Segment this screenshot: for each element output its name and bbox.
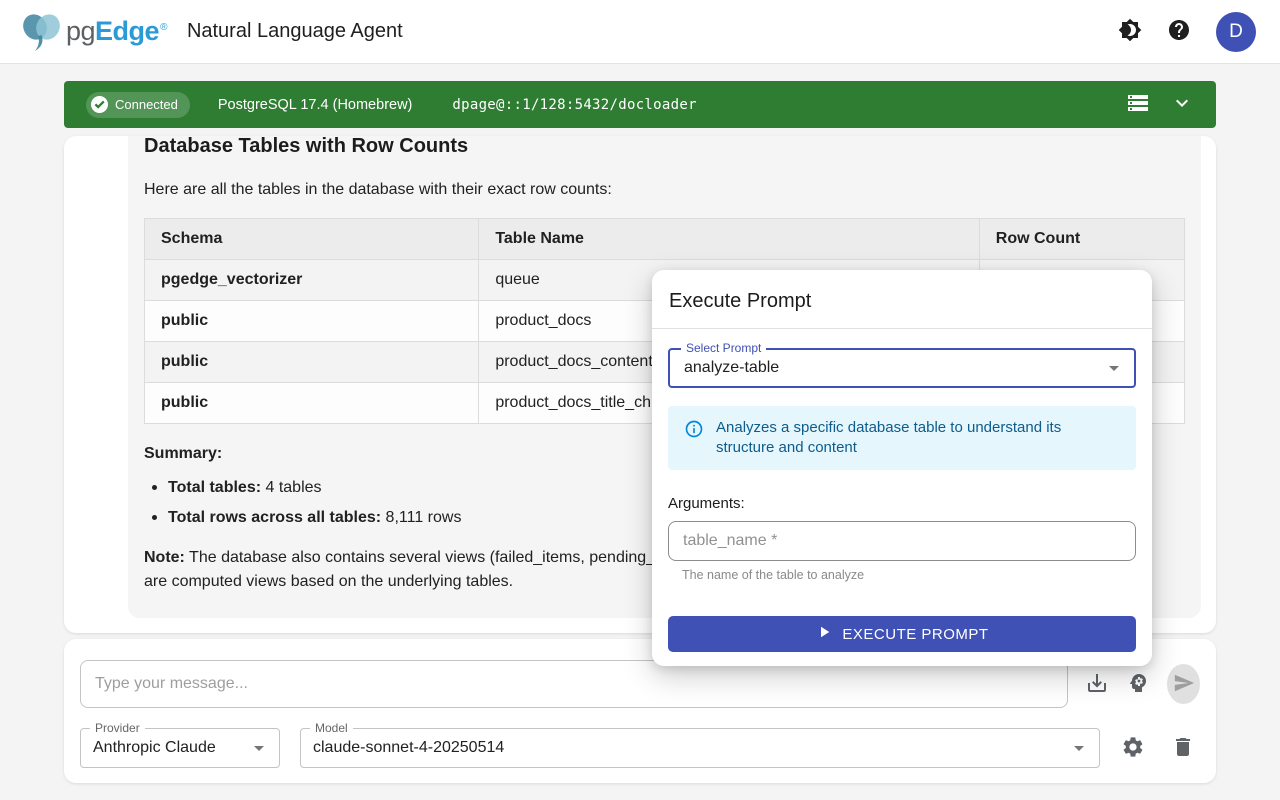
download-icon xyxy=(1085,671,1109,698)
model-select-label: Model xyxy=(310,721,353,735)
brand-registered-mark: ® xyxy=(160,22,167,33)
table-name-input[interactable] xyxy=(668,521,1136,561)
table-header-row: Schema Table Name Row Count xyxy=(145,219,1185,260)
clear-chat-button[interactable] xyxy=(1171,736,1195,760)
message-intro-text: Here are all the tables in the database … xyxy=(144,178,1185,202)
prompt-select-value: analyze-table xyxy=(684,359,1102,377)
model-select-value: claude-sonnet-4-20250514 xyxy=(313,739,1067,757)
dropdown-arrow-icon xyxy=(1102,356,1126,380)
settings-button[interactable] xyxy=(1121,736,1145,760)
user-avatar[interactable]: D xyxy=(1216,12,1256,52)
server-version-text: PostgreSQL 17.4 (Homebrew) xyxy=(218,97,413,113)
provider-select-label: Provider xyxy=(90,721,145,735)
prompt-select[interactable]: Select Prompt analyze-table xyxy=(668,348,1136,388)
trash-icon xyxy=(1171,735,1195,762)
page-title: Natural Language Agent xyxy=(187,20,403,43)
dark-mode-toggle-button[interactable] xyxy=(1118,20,1142,44)
connection-status-bar: Connected PostgreSQL 17.4 (Homebrew) dpa… xyxy=(64,81,1216,128)
send-message-button[interactable] xyxy=(1167,664,1200,704)
brand-pg: pg xyxy=(66,16,95,47)
server-list-icon xyxy=(1126,91,1150,118)
bullet-text: 4 tables xyxy=(261,479,321,496)
bullet-text: 8,111 rows xyxy=(381,509,461,526)
connection-list-button[interactable] xyxy=(1126,93,1150,117)
help-icon xyxy=(1167,18,1191,45)
chevron-down-icon xyxy=(1170,91,1194,118)
app-header: pgEdge® Natural Language Agent D xyxy=(0,0,1280,64)
dialog-title: Execute Prompt xyxy=(652,270,1152,328)
help-button[interactable] xyxy=(1167,20,1191,44)
provider-select[interactable]: Provider Anthropic Claude xyxy=(80,728,280,768)
export-chat-button[interactable] xyxy=(1085,672,1109,696)
arguments-label: Arguments: xyxy=(668,495,1136,512)
model-select[interactable]: Model claude-sonnet-4-20250514 xyxy=(300,728,1100,768)
check-circle-icon xyxy=(91,96,108,113)
prompt-select-label: Select Prompt xyxy=(681,341,766,355)
cell-schema: public xyxy=(145,342,479,383)
gear-icon xyxy=(1121,735,1145,762)
cell-schema: public xyxy=(145,383,479,424)
play-icon xyxy=(815,623,833,645)
cell-schema: pgedge_vectorizer xyxy=(145,260,479,301)
execute-prompt-dialog: Execute Prompt Select Prompt analyze-tab… xyxy=(652,270,1152,666)
connected-status-badge: Connected xyxy=(86,92,190,118)
execute-prompt-button[interactable]: EXECUTE PROMPT xyxy=(668,616,1136,652)
connection-collapse-button[interactable] xyxy=(1170,93,1194,117)
message-input[interactable] xyxy=(80,660,1068,708)
psychology-icon xyxy=(1126,671,1150,698)
prompts-button[interactable] xyxy=(1126,672,1150,696)
cell-schema: public xyxy=(145,301,479,342)
column-header-row-count: Row Count xyxy=(979,219,1184,260)
execute-prompt-button-label: EXECUTE PROMPT xyxy=(842,626,988,643)
bullet-label: Total rows across all tables: xyxy=(168,509,381,526)
prompt-description-text: Analyzes a specific database table to un… xyxy=(716,418,1116,458)
info-icon xyxy=(684,419,704,439)
prompt-description-alert: Analyzes a specific database table to un… xyxy=(668,406,1136,470)
connected-status-label: Connected xyxy=(115,97,178,112)
brightness-icon xyxy=(1118,18,1142,45)
dropdown-arrow-icon xyxy=(1067,736,1091,760)
dropdown-arrow-icon xyxy=(247,736,271,760)
argument-helper-text: The name of the table to analyze xyxy=(682,568,1136,582)
connection-string: dpage@::1/128:5432/docloader xyxy=(452,97,696,113)
brand-text: pgEdge® xyxy=(66,16,167,47)
column-header-table-name: Table Name xyxy=(479,219,979,260)
bullet-label: Total tables: xyxy=(168,479,261,496)
send-icon xyxy=(1173,672,1195,697)
provider-select-value: Anthropic Claude xyxy=(93,739,247,757)
note-label: Note: xyxy=(144,549,185,566)
pgedge-logo: pgEdge® xyxy=(20,11,167,53)
message-heading: Database Tables with Row Counts xyxy=(144,136,1185,158)
column-header-schema: Schema xyxy=(145,219,479,260)
brand-edge: Edge xyxy=(95,16,159,47)
pgedge-logo-icon xyxy=(20,11,64,53)
